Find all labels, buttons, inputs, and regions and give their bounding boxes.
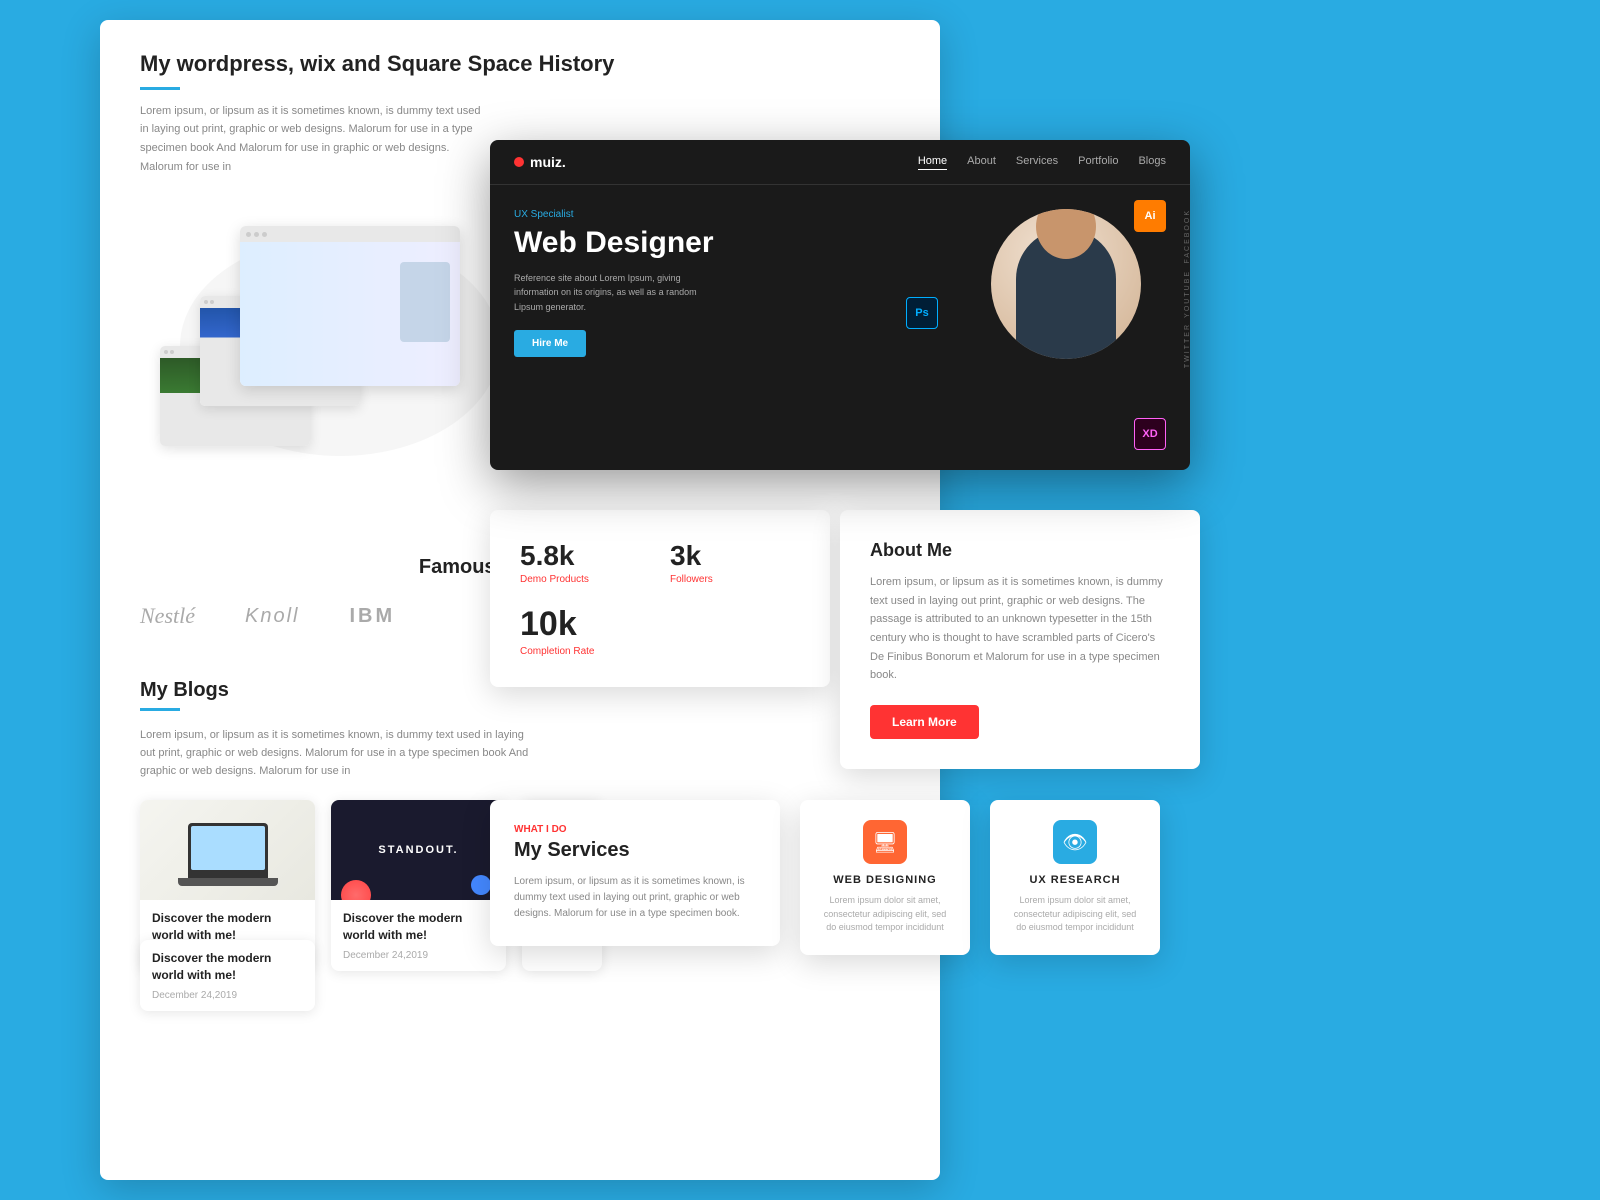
wp-title: My wordpress, wix and Square Space Histo… [140,50,900,79]
browser-dot-2 [254,232,259,237]
portfolio-body: UX Specialist Web Designer Reference sit… [490,185,1190,383]
web-designing-card: 🖥 WEB DESIGNING Lorem ipsum dolor sit am… [800,800,970,955]
stat-followers-label: Followers [670,574,800,585]
blog-card-date-4: December 24,2019 [152,990,303,1001]
social-twitter: TWITTER [1184,323,1190,368]
ux-research-title: UX RESEARCH [1010,874,1140,886]
ux-research-icon: 👁 [1062,830,1087,855]
avatar-circle [991,209,1141,359]
blog-card-body-4: Discover the modern world with me! Decem… [140,940,315,1011]
hire-me-button[interactable]: Hire Me [514,330,586,357]
standout-overlay-text: STANDOUT. [378,844,458,856]
portfolio-subtitle: UX Specialist [514,209,946,220]
ux-research-card: 👁 UX RESEARCH Lorem ipsum dolor sit amet… [990,800,1160,955]
bs-dot-4 [170,350,174,354]
stat-demo-label: Demo Products [520,574,650,585]
blog-card-title-2: Discover the modern world with me! [343,910,494,944]
stat-completion-label: Completion Rate [520,646,800,657]
about-card: About Me Lorem ipsum, or lipsum as it is… [840,510,1200,769]
main-browser-mockup [240,226,460,386]
nav-blogs[interactable]: Blogs [1138,155,1166,170]
nav-portfolio[interactable]: Portfolio [1078,155,1118,170]
blog-card-image-1 [140,800,315,900]
logo-dot [514,157,524,167]
standout-circle-2 [471,875,491,895]
browser-content-main [240,242,460,386]
social-facebook: FACEBOOK [1184,209,1190,264]
stat-demo-products: 5.8k Demo Products [520,540,650,585]
blog-card-body-2: Discover the modern world with me! Decem… [331,900,506,971]
standout-circle-1 [341,880,371,900]
browser-bar [240,226,460,242]
stat-completion-number: 10k [520,605,800,644]
services-what-label: WHAT I DO [514,824,756,835]
blog-card-title-1: Discover the modern world with me! [152,910,303,944]
laptop-shape [188,823,268,878]
blog-card-2[interactable]: STANDOUT. Discover the modern world with… [331,800,506,971]
social-links: FACEBOOK YOUTUBE TWITTER [1184,209,1190,368]
ux-research-text: Lorem ipsum dolor sit amet, consectetur … [1010,894,1140,935]
brand-knoll: Knoll [245,605,299,628]
logo-text: muiz. [530,154,566,170]
avatar-head [1036,209,1096,259]
web-designing-icon: 🖥 [872,830,897,855]
about-title: About Me [870,540,1170,561]
ux-research-icon-box: 👁 [1053,820,1097,864]
brand-ibm: IBM [349,605,395,628]
adobe-xd-icon: XD [1134,418,1166,450]
blog-card-4[interactable]: Discover the modern world with me! Decem… [140,940,315,1011]
web-designing-title: WEB DESIGNING [820,874,950,886]
stats-grid: 5.8k Demo Products 3k Followers [520,540,800,585]
portfolio-logo: muiz. [514,154,566,170]
stats-card: 5.8k Demo Products 3k Followers 10k Comp… [490,510,830,687]
stat-followers-number: 3k [670,540,800,572]
blog-card-title-4: Discover the modern world with me! [152,950,303,984]
bs-dot-2 [210,300,214,304]
about-text: Lorem ipsum, or lipsum as it is sometime… [870,573,1170,685]
services-text: Lorem ipsum, or lipsum as it is sometime… [514,874,756,922]
browser-dot-1 [246,232,251,237]
stat-completion: 10k Completion Rate [520,605,800,657]
web-designing-icon-box: 🖥 [863,820,907,864]
blogs-text: Lorem ipsum, or lipsum as it is sometime… [140,727,540,780]
portfolio-nav: muiz. Home About Services Portfolio Blog… [490,140,1190,185]
web-designing-text: Lorem ipsum dolor sit amet, consectetur … [820,894,950,935]
bs-dot-3 [164,350,168,354]
portfolio-title: Web Designer [514,226,946,259]
avatar-figure [1016,229,1116,359]
browser-dot-3 [262,232,267,237]
portfolio-desc: Reference site about Lorem Ipsum, giving… [514,271,714,314]
brand-nestle: Nestlé [140,603,195,629]
laptop-screen [191,826,265,870]
learn-more-button[interactable]: Learn More [870,705,979,739]
nav-about[interactable]: About [967,155,996,170]
blog-card-image-2: STANDOUT. [331,800,506,900]
services-card: WHAT I DO My Services Lorem ipsum, or li… [490,800,780,946]
nav-services[interactable]: Services [1016,155,1058,170]
nav-home[interactable]: Home [918,155,947,170]
bs-dot-1 [204,300,208,304]
services-title: My Services [514,839,756,862]
blog-card-date-2: December 24,2019 [343,950,494,961]
social-youtube: YOUTUBE [1184,270,1190,318]
portfolio-hero-text: UX Specialist Web Designer Reference sit… [514,209,946,357]
wp-text: Lorem ipsum, or lipsum as it is sometime… [140,102,490,177]
wp-underline [140,87,180,90]
portfolio-nav-links: Home About Services Portfolio Blogs [918,155,1166,170]
stat-demo-number: 5.8k [520,540,650,572]
blogs-title-underline [140,708,180,711]
portfolio-overlay: muiz. Home About Services Portfolio Blog… [490,140,1190,470]
browser-hero-image [240,242,460,386]
stat-followers: 3k Followers [670,540,800,585]
portfolio-hero-image: Ps FACEBOOK YOUTUBE TWITTER [966,209,1166,359]
adobe-ps-icon: Ps [906,297,938,329]
